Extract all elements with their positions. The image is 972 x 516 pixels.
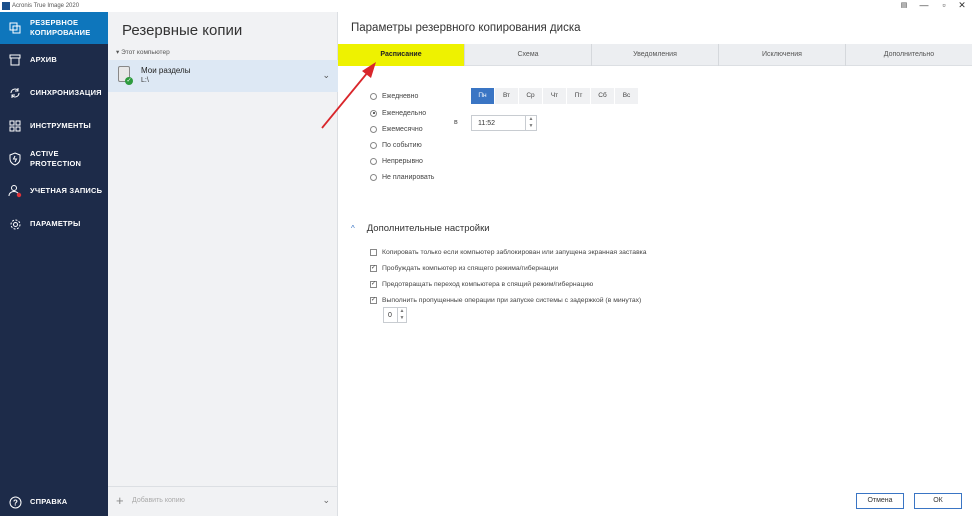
sidebar-item-archive[interactable]: Архив (0, 44, 108, 76)
settings-panel: Параметры резервного копирования диска Р… (338, 12, 972, 516)
chevron-down-icon[interactable]: ⌄ (322, 495, 330, 506)
backup-name: Мои разделы (141, 66, 191, 75)
radio-on-event[interactable]: По событию (370, 139, 422, 151)
tab-bar: Расписание Схема Уведомления Исключения … (338, 44, 972, 66)
section-label[interactable]: ▾ Этот компьютер (116, 48, 170, 56)
delay-value: 0 (388, 312, 392, 319)
maximize-button[interactable]: ▫ (934, 0, 954, 12)
sidebar-item-label: Учетная запись (30, 186, 103, 195)
radio-continuous[interactable]: Непрерывно (370, 155, 423, 167)
archive-icon (0, 54, 30, 66)
page-title: Параметры резервного копирования диска (351, 22, 581, 34)
option-only-when-locked[interactable]: Копировать только если компьютер заблоки… (370, 246, 647, 258)
day-thu[interactable]: Чт (543, 88, 567, 104)
day-sun[interactable]: Вс (615, 88, 639, 104)
window-title: Acronis True Image 2020 (12, 3, 80, 9)
panel-title: Резервные копии (122, 22, 243, 39)
add-backup-label: Добавить копию (132, 497, 185, 504)
sidebar-item-sync[interactable]: Синхронизация (0, 77, 108, 109)
minimize-button[interactable]: — (914, 0, 934, 12)
sidebar-item-tools[interactable]: Инструменты (0, 110, 108, 142)
option-wake-from-sleep[interactable]: ✓ Пробуждать компьютер из спящего режима… (370, 262, 558, 274)
day-tue[interactable]: Вт (495, 88, 519, 104)
plus-icon: + (116, 493, 124, 508)
tab-exclusions[interactable]: Исключения (719, 44, 846, 66)
svg-text:?: ? (12, 498, 17, 507)
radio-label: Непрерывно (382, 157, 423, 165)
spinner-arrows-icon[interactable]: ▲ ▼ (525, 116, 536, 130)
advanced-settings-header[interactable]: ^ Дополнительные настройки (351, 223, 490, 234)
sidebar-item-label: Справка (30, 497, 68, 506)
store-icon[interactable]: ▤ (894, 0, 914, 12)
option-run-missed[interactable]: ✓ Выполнить пропущенные операции при зап… (370, 294, 641, 306)
sidebar-item-settings[interactable]: Параметры (0, 208, 108, 240)
checkbox[interactable] (370, 248, 377, 256)
section-label-text: Этот компьютер (121, 49, 170, 56)
time-value: 11:52 (478, 120, 495, 127)
sidebar-item-label: Архив (30, 55, 57, 64)
checkbox[interactable]: ✓ (370, 296, 377, 304)
checkbox-label: Выполнить пропущенные операции при запус… (382, 296, 642, 304)
tab-notifications[interactable]: Уведомления (592, 44, 719, 66)
annotation-arrow-icon (321, 62, 376, 129)
day-fri[interactable]: Пт (567, 88, 591, 104)
tab-scheme[interactable]: Схема (465, 44, 592, 66)
app-logo-icon (2, 2, 10, 10)
day-sat[interactable]: Сб (591, 88, 615, 104)
check-icon: ✓ (125, 77, 133, 85)
sidebar-item-label: Параметры (30, 219, 81, 228)
backup-list-panel: Резервные копии ▾ Этот компьютер ✓ Мои р… (108, 12, 338, 516)
time-label: в (454, 119, 458, 126)
cancel-button[interactable]: Отмена (856, 493, 904, 509)
chevron-up-icon: ^ (351, 224, 355, 233)
advanced-settings-title: Дополнительные настройки (366, 223, 490, 234)
backup-path: L:\ (141, 77, 149, 84)
radio-label: По событию (382, 141, 422, 149)
sidebar-item-active-protection[interactable]: Active Protection (0, 143, 108, 175)
grid-icon (0, 120, 30, 132)
app-window: Acronis True Image 2020 ▤ — ▫ ✕ Резервно… (0, 0, 972, 516)
weekday-selector: Пн Вт Ср Чт Пт Сб Вс (471, 88, 639, 104)
radio-label: Еженедельно (382, 109, 427, 117)
checkbox-label: Копировать только если компьютер заблоки… (382, 248, 647, 256)
checkbox-label: Предотвращать переход компьютера в спящи… (382, 280, 594, 288)
dialog-buttons: Отмена ОК (846, 493, 962, 509)
close-button[interactable]: ✕ (952, 0, 972, 12)
sidebar-item-label: Active Protection (30, 149, 82, 168)
backup-list-item[interactable]: ✓ Мои разделы L:\ ⌄ (108, 60, 338, 92)
radio-label: Ежедневно (382, 92, 419, 100)
gear-icon (0, 218, 30, 231)
radio-no-schedule[interactable]: Не планировать (370, 171, 434, 183)
sidebar-item-help[interactable]: ? Справка (0, 486, 108, 516)
radio-label: Не планировать (382, 173, 435, 181)
radio-button[interactable] (370, 141, 377, 149)
day-wed[interactable]: Ср (519, 88, 543, 104)
help-icon: ? (0, 496, 30, 509)
radio-button[interactable] (370, 173, 377, 181)
checkbox[interactable]: ✓ (370, 264, 377, 272)
sidebar-item-label: Резервное копирование (30, 18, 91, 37)
sidebar-item-label: Инструменты (30, 121, 91, 130)
sidebar-item-backup[interactable]: Резервное копирование (0, 12, 108, 44)
day-mon[interactable]: Пн (471, 88, 495, 104)
checkbox[interactable]: ✓ (370, 280, 377, 288)
sidebar-item-account[interactable]: Учетная запись (0, 175, 108, 207)
tab-advanced[interactable]: Дополнительно (846, 44, 972, 66)
spinner-arrows-icon[interactable]: ▲ ▼ (397, 308, 406, 322)
radio-button[interactable] (370, 157, 377, 165)
ok-button[interactable]: ОК (914, 493, 962, 509)
delay-minutes-input[interactable]: 0 ▲ ▼ (383, 307, 407, 323)
checkbox-label: Пробуждать компьютер из спящего режима/г… (382, 264, 559, 272)
sync-icon (0, 87, 30, 99)
sidebar: Резервное копирование Архив Синхронизаци… (0, 12, 108, 516)
shield-icon (0, 152, 30, 166)
copy-icon (0, 22, 30, 34)
user-icon (0, 184, 30, 198)
add-backup-button[interactable]: + Добавить копию ⌄ (108, 486, 338, 516)
title-bar: Acronis True Image 2020 ▤ — ▫ ✕ (0, 0, 972, 12)
time-input[interactable]: 11:52 ▲ ▼ (471, 115, 537, 131)
option-prevent-sleep[interactable]: ✓ Предотвращать переход компьютера в спя… (370, 278, 593, 290)
radio-label: Ежемесячно (382, 125, 423, 133)
sidebar-item-label: Синхронизация (30, 88, 102, 97)
